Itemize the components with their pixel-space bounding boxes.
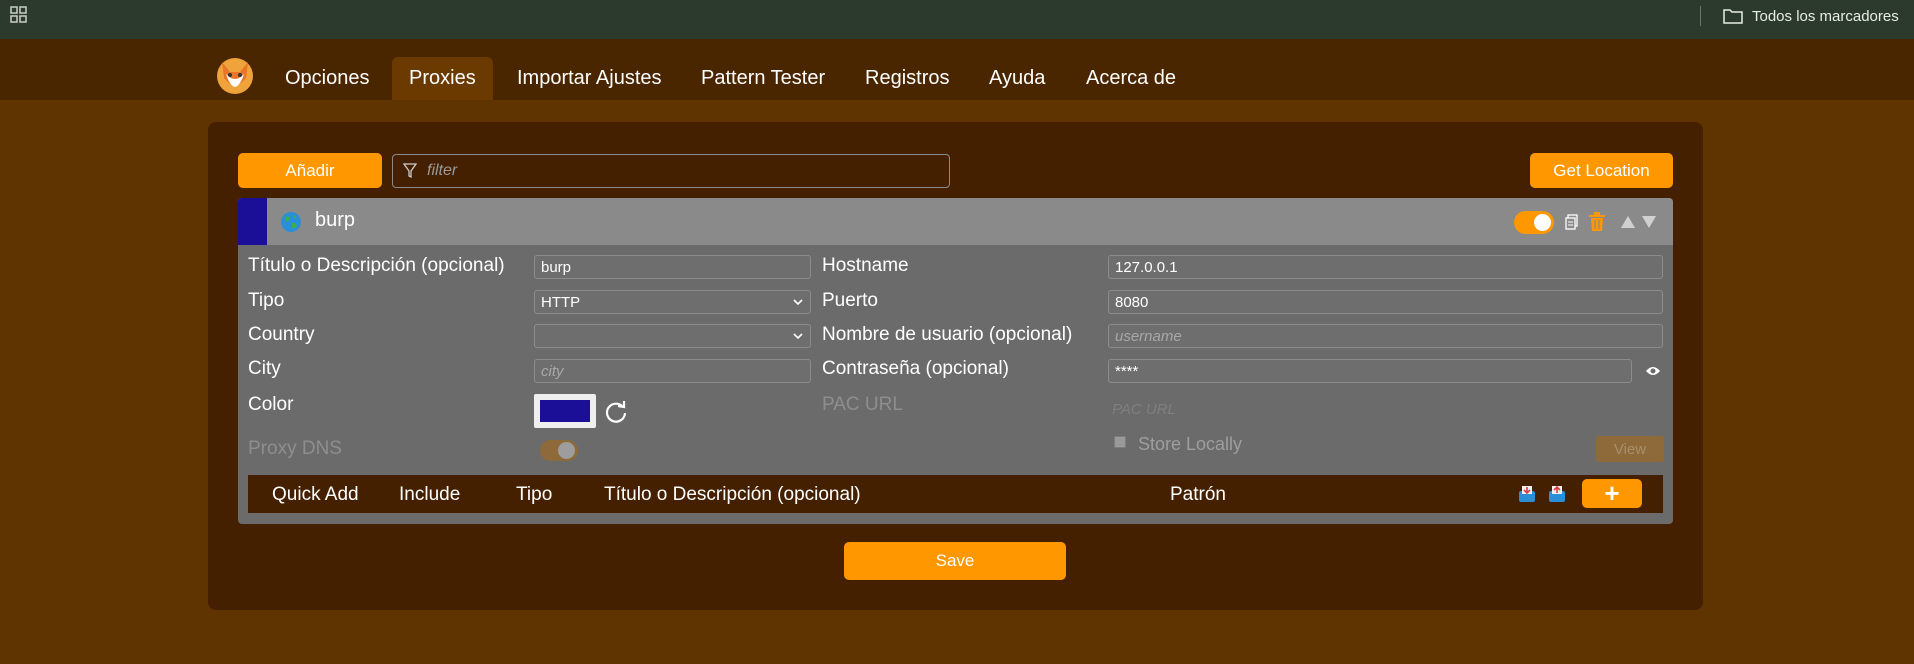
type-label: Tipo [248, 290, 285, 311]
tab-importar-ajustes[interactable]: Importar Ajustes [500, 57, 679, 100]
rules-header: Quick Add Include Tipo Título o Descripc… [248, 475, 1663, 513]
port-label: Puerto [822, 290, 878, 311]
show-password-eye-icon[interactable] [1645, 365, 1661, 377]
move-down-icon[interactable] [1641, 215, 1657, 229]
proxy-enabled-toggle[interactable] [1514, 211, 1554, 234]
store-locally-label: Store Locally [1138, 434, 1243, 454]
tab-proxies[interactable]: Proxies [392, 57, 493, 100]
color-label: Color [248, 394, 294, 415]
type-select[interactable]: HTTP [534, 290, 811, 314]
bookmarks-bar: Todos los marcadores [0, 0, 1914, 39]
type-selected-value: HTTP [541, 293, 581, 311]
store-locally-checkbox[interactable] [1114, 436, 1126, 448]
tab-opciones[interactable]: Opciones [268, 57, 387, 100]
hostname-input[interactable]: 127.0.0.1 [1108, 255, 1663, 279]
quick-add-header: Quick Add [272, 484, 359, 505]
pac-url-label: PAC URL [822, 394, 903, 415]
add-rule-button[interactable]: + [1582, 478, 1642, 508]
filter-icon [403, 163, 417, 179]
save-button[interactable]: Save [844, 542, 1066, 580]
proxy-dns-label: Proxy DNS [248, 438, 342, 459]
password-label: Contraseña (opcional) [822, 358, 1009, 379]
add-proxy-button[interactable]: Añadir [238, 153, 382, 188]
tab-registros[interactable]: Registros [848, 57, 966, 100]
chevron-down-icon [793, 333, 803, 340]
tab-acerca-de[interactable]: Acerca de [1069, 57, 1193, 100]
import-rules-icon[interactable] [1518, 485, 1536, 503]
duplicate-icon[interactable] [1565, 214, 1579, 230]
filter-field [392, 154, 950, 188]
globe-icon [281, 212, 301, 232]
title-label: Título o Descripción (opcional) [248, 255, 505, 276]
country-select[interactable] [534, 324, 811, 348]
tab-pattern-tester[interactable]: Pattern Tester [684, 57, 842, 100]
foxyproxy-logo [217, 58, 253, 94]
hostname-label: Hostname [822, 255, 909, 276]
export-rules-icon[interactable] [1548, 485, 1566, 503]
apps-grid-icon[interactable] [10, 6, 28, 24]
pattern-header: Patrón [1170, 484, 1226, 505]
folder-icon [1723, 9, 1743, 24]
all-bookmarks-label: Todos los marcadores [1752, 7, 1899, 25]
tab-ayuda[interactable]: Ayuda [972, 57, 1062, 100]
city-input[interactable]: city [534, 359, 811, 383]
proxy-card: burp Título o Descripción (opcional) bur… [238, 198, 1673, 524]
city-label: City [248, 358, 281, 379]
port-input[interactable]: 8080 [1108, 290, 1663, 314]
move-up-icon[interactable] [1620, 215, 1636, 229]
bookmarks-separator [1700, 6, 1701, 26]
proxy-title: burp [315, 209, 356, 231]
proxy-card-header[interactable]: burp [238, 198, 1673, 245]
title-header: Título o Descripción (opcional) [604, 484, 861, 505]
color-swatch [540, 400, 590, 422]
refresh-icon[interactable] [603, 399, 629, 425]
title-input[interactable]: burp [534, 255, 811, 279]
chevron-down-icon [793, 299, 803, 306]
all-bookmarks-button[interactable]: Todos los marcadores [1722, 6, 1899, 26]
pac-url-input[interactable]: PAC URL [1112, 401, 1176, 418]
view-button[interactable]: View [1596, 436, 1664, 462]
delete-icon[interactable] [1588, 212, 1606, 232]
country-label: Country [248, 324, 315, 345]
proxy-color-strip [238, 198, 267, 245]
password-input[interactable]: **** [1108, 359, 1632, 383]
color-picker[interactable] [534, 394, 596, 428]
type-header: Tipo [516, 484, 553, 505]
username-label: Nombre de usuario (opcional) [822, 324, 1073, 345]
filter-input[interactable] [425, 161, 929, 181]
username-input[interactable]: username [1108, 324, 1663, 348]
include-header: Include [399, 484, 461, 505]
get-location-button[interactable]: Get Location [1530, 153, 1673, 188]
proxy-dns-toggle[interactable] [540, 440, 578, 461]
